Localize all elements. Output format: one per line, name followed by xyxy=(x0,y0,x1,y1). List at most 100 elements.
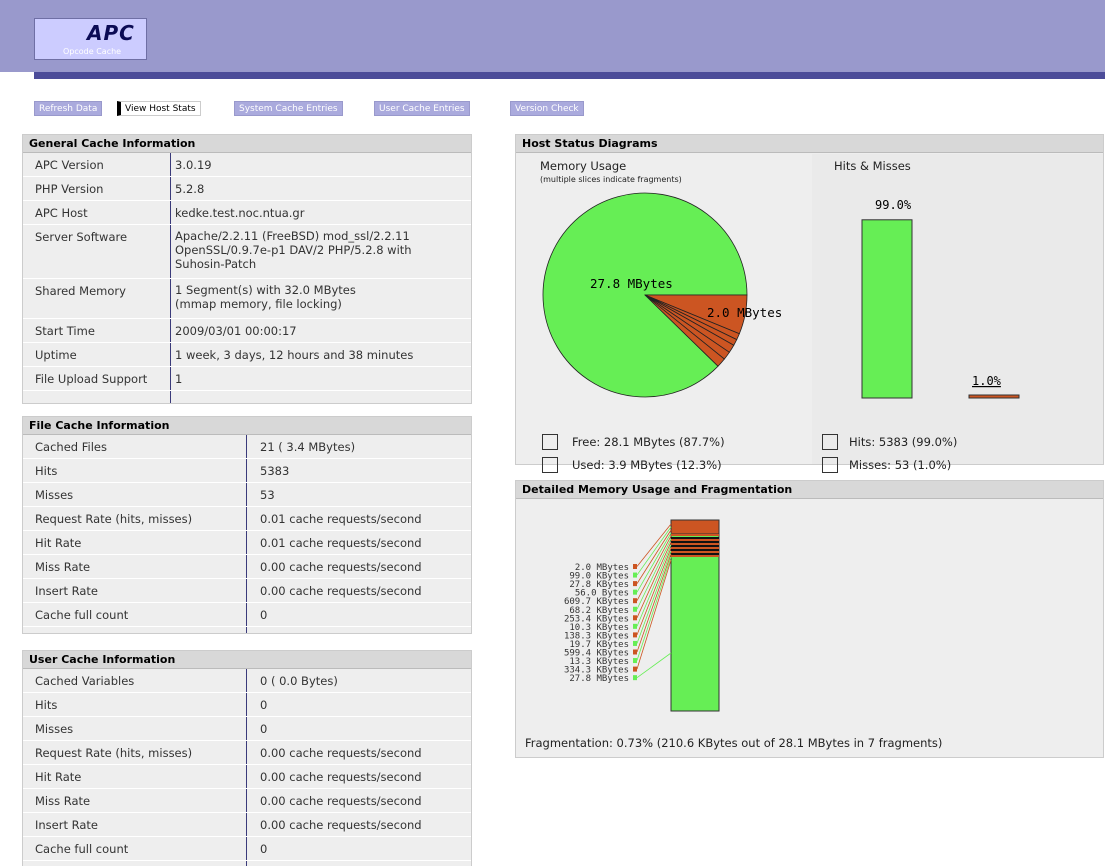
table-row: Hits 5383 xyxy=(23,459,471,483)
fragment-marker xyxy=(633,606,637,612)
row-value: 3.0.19 xyxy=(175,158,212,172)
row-value: 0.00 cache requests/second xyxy=(260,584,422,598)
fragment-marker xyxy=(633,675,637,681)
row-value: 1 week, 3 days, 12 hours and 38 minutes xyxy=(175,348,414,362)
file-cache-title: File Cache Information xyxy=(23,417,471,435)
fragment-leader xyxy=(636,532,672,593)
row-value: 1 xyxy=(175,372,183,386)
fragment-leader xyxy=(636,550,672,644)
value-line: OpenSSL/0.9.7e-p1 DAV/2 PHP/5.2.8 with xyxy=(175,243,412,257)
nav-version-check[interactable]: Version Check xyxy=(510,101,584,116)
misses-bar xyxy=(968,394,1020,399)
fragment-marker xyxy=(633,598,637,604)
fragment-band xyxy=(671,553,719,555)
fragment-band xyxy=(671,551,719,553)
value-line: Suhosin-Patch xyxy=(175,257,257,271)
fragment-marker xyxy=(633,589,637,595)
table-row: APC Version 3.0.19 xyxy=(23,153,471,177)
nav-user-cache-entries[interactable]: User Cache Entries xyxy=(374,101,470,116)
pie-label-used: 2.0 MBytes xyxy=(707,305,782,320)
row-key: Start Time xyxy=(35,324,95,338)
row-key: PHP Version xyxy=(35,182,104,196)
row-value: Apache/2.2.11 (FreeBSD) mod_ssl/2.2.11 O… xyxy=(175,229,412,271)
row-key: Request Rate (hits, misses) xyxy=(35,512,193,526)
row-key: Hits xyxy=(35,698,58,712)
fragment-marker xyxy=(633,649,637,655)
fragmentation-summary: Fragmentation: 0.73% (210.6 KBytes out o… xyxy=(525,736,943,750)
table-row: Uptime 1 week, 3 days, 12 hours and 38 m… xyxy=(23,343,471,367)
table-row: Miss Rate 0.00 cache requests/second xyxy=(23,789,471,813)
fragment-marker xyxy=(633,623,637,629)
table-row: Cache full count 0 xyxy=(23,837,471,861)
row-value: 5383 xyxy=(260,464,290,478)
table-row: Insert Rate 0.00 cache requests/second xyxy=(23,813,471,837)
table-row: Hit Rate 0.00 cache requests/second xyxy=(23,765,471,789)
row-key: APC Host xyxy=(35,206,88,220)
legend-swatch-hits xyxy=(822,434,838,450)
row-key: Insert Rate xyxy=(35,584,99,598)
table-row: File Upload Support 1 xyxy=(23,367,471,391)
used-block xyxy=(670,519,720,535)
file-cache-panel: File Cache Information Cached Files 21 ( … xyxy=(22,416,472,634)
row-key: Cache full count xyxy=(35,842,129,856)
row-key: File Upload Support xyxy=(35,372,148,386)
host-status-title: Host Status Diagrams xyxy=(516,135,1103,153)
host-status-panel: Host Status Diagrams Memory Usage (multi… xyxy=(515,134,1104,473)
memory-usage-pie: 27.8 MBytes 2.0 MBytes xyxy=(542,192,782,398)
row-key: Cache full count xyxy=(35,608,129,622)
fragment-band xyxy=(671,545,719,547)
row-key: Server Software xyxy=(35,230,128,244)
fragment-band xyxy=(671,543,719,545)
user-cache-panel: User Cache Information Cached Variables 0… xyxy=(22,650,472,866)
fragment-marker xyxy=(633,632,637,638)
nav-view-host-stats[interactable]: View Host Stats xyxy=(117,101,201,116)
user-cache-title: User Cache Information xyxy=(23,651,471,669)
fragment-label: 27.8 MBytes xyxy=(569,674,629,684)
value-line: (mmap memory, file locking) xyxy=(175,297,342,311)
header-bar xyxy=(0,0,1105,72)
fragment-marker xyxy=(633,581,637,587)
row-value: 0 xyxy=(260,608,268,622)
row-value: 0 ( 0.0 Bytes) xyxy=(260,674,338,688)
row-key: APC Version xyxy=(35,158,104,172)
fragment-band xyxy=(671,534,719,536)
fragment-leader xyxy=(636,556,672,661)
fragment-marker xyxy=(633,572,637,578)
table-row: Misses 0 xyxy=(23,717,471,741)
row-value: 1 Segment(s) with 32.0 MBytes (mmap memo… xyxy=(175,283,356,311)
table-row: Shared Memory 1 Segment(s) with 32.0 MBy… xyxy=(23,279,471,319)
row-key: Insert Rate xyxy=(35,818,99,832)
fragment-band xyxy=(671,541,719,543)
hits-misses-bars: 99.0% 1.0% xyxy=(861,198,1020,399)
row-value: 0 xyxy=(260,842,268,856)
detailed-memory-title: Detailed Memory Usage and Fragmentation xyxy=(516,481,1103,499)
legend-swatch-misses xyxy=(822,457,838,473)
hits-bar xyxy=(861,219,913,399)
misses-percent-label: 1.0% xyxy=(972,374,1002,388)
header-rule xyxy=(34,72,1105,79)
legend-swatch-free xyxy=(542,434,558,450)
legend-hits: Hits: 5383 (99.0%) xyxy=(849,435,958,449)
fragment-band xyxy=(671,555,719,557)
general-cache-panel: General Cache Information APC Version 3.… xyxy=(22,134,472,404)
nav-system-cache-entries[interactable]: System Cache Entries xyxy=(234,101,343,116)
row-key: Hit Rate xyxy=(35,770,82,784)
fragment-band xyxy=(671,537,719,539)
row-value: 0 xyxy=(260,722,268,736)
hits-misses-cell: Hits & Misses 99.0% 1.0% Hits: 5383 (99.… xyxy=(812,154,1103,473)
nav-refresh-data[interactable]: Refresh Data xyxy=(34,101,103,116)
value-line: 1 Segment(s) with 32.0 MBytes xyxy=(175,283,356,297)
fragmentation-chart: 2.0 MBytes99.0 KBytes27.8 KBytes56.0 Byt… xyxy=(564,519,720,712)
table-row: Request Rate (hits, misses) 0.01 cache re… xyxy=(23,507,471,531)
table-row: APC Host kedke.test.noc.ntua.gr xyxy=(23,201,471,225)
fragment-marker xyxy=(633,666,637,672)
row-key: Hit Rate xyxy=(35,536,82,550)
row-value: 0.01 cache requests/second xyxy=(260,536,422,550)
row-value: 0.00 cache requests/second xyxy=(260,818,422,832)
table-row: Hit Rate 0.01 cache requests/second xyxy=(23,531,471,555)
fragment-leader xyxy=(636,652,672,678)
table-row: Request Rate (hits, misses) 0.00 cache re… xyxy=(23,741,471,765)
fragment-band xyxy=(671,547,719,549)
fragment-band xyxy=(671,539,719,541)
legend-misses: Misses: 53 (1.0%) xyxy=(849,458,952,472)
